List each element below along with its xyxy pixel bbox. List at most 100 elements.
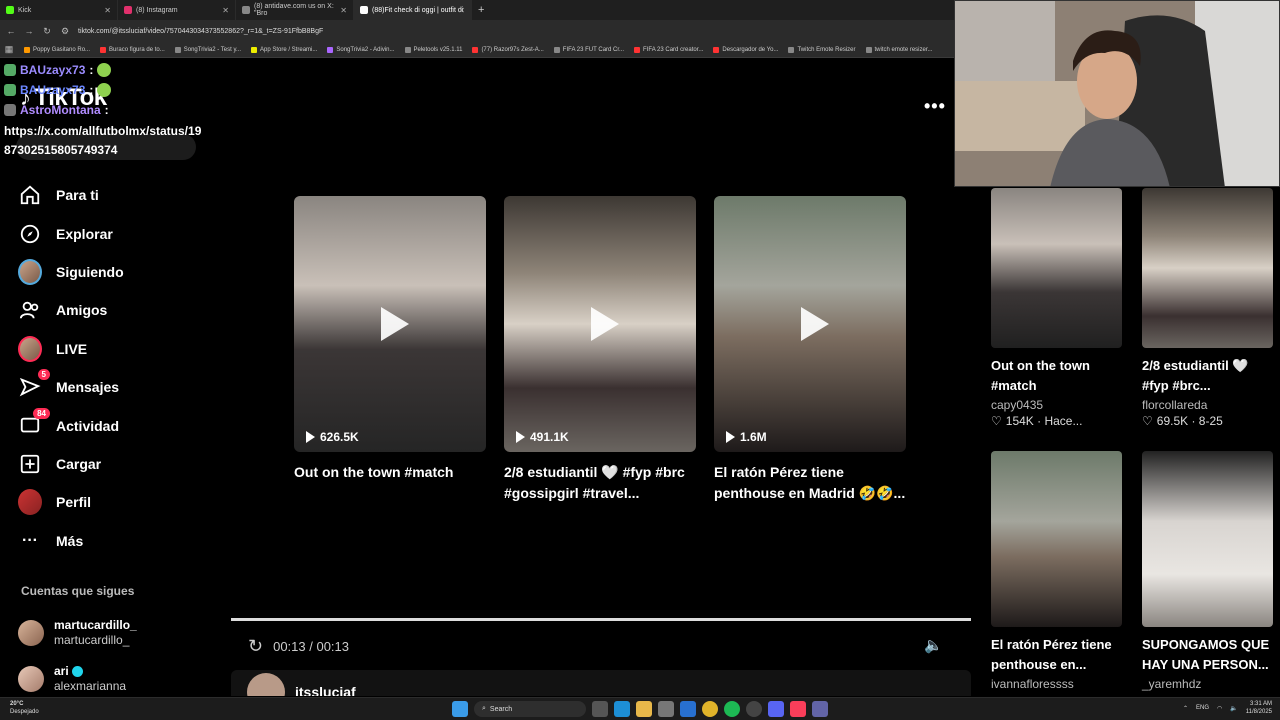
sidebar-item-explorar[interactable]: Explorar: [18, 214, 198, 252]
tab-instagram[interactable]: (8) Instagram ✕: [118, 0, 236, 20]
video-title[interactable]: El ratón Pérez tiene penthouse en...: [991, 635, 1122, 675]
bookmark-item[interactable]: FIFA 23 Card creator...: [634, 46, 703, 53]
author-row: itssluciaf: [231, 670, 971, 696]
video-thumbnail[interactable]: 491.1K: [504, 196, 696, 452]
video-progress-bar[interactable]: [231, 618, 971, 621]
video-thumbnail[interactable]: [991, 451, 1122, 627]
video-thumbnail[interactable]: [1142, 188, 1273, 348]
video-author[interactable]: capy0435: [991, 398, 1122, 412]
recommended-video[interactable]: 1.6M El ratón Pérez tiene penthouse en M…: [714, 196, 906, 504]
tab-tiktok[interactable]: (88)Fit check di oggi | outfit di ✕: [354, 0, 472, 20]
avatar[interactable]: [247, 673, 285, 696]
music-icon[interactable]: [790, 701, 806, 717]
close-icon[interactable]: ✕: [222, 6, 229, 15]
upload-icon: [18, 452, 42, 476]
video-title[interactable]: SUPONGAMOS QUE HAY UNA PERSON...: [1142, 635, 1273, 675]
tab-x[interactable]: (8) antidave.com us on X: "Bro ✕: [236, 0, 354, 20]
avatar-icon: [18, 258, 42, 285]
related-video[interactable]: El ratón Pérez tiene penthouse en... iva…: [991, 451, 1122, 691]
play-icon: [381, 307, 409, 341]
video-title[interactable]: El ratón Pérez tiene penthouse en Madrid…: [714, 462, 906, 504]
bookmark-item[interactable]: App Store / Streami...: [251, 46, 317, 53]
verified-icon: [71, 666, 83, 678]
replay-icon[interactable]: ↻: [248, 636, 263, 657]
following-account[interactable]: ari alexmarianna: [18, 656, 198, 702]
bookmark-item[interactable]: Twitch Emote Resizer: [788, 46, 856, 53]
video-title[interactable]: 2/8 estudiantil 🤍 #fyp #brc #gossipgirl …: [504, 462, 696, 504]
video-title[interactable]: 2/8 estudiantil 🤍 #fyp #brc...: [1142, 356, 1273, 396]
bookmark-item[interactable]: SongTrivia2 - Test y...: [174, 46, 241, 53]
video-thumbnail[interactable]: 1.6M: [714, 196, 906, 452]
author-name[interactable]: itssluciaf: [295, 684, 356, 696]
video-thumbnail[interactable]: 626.5K: [294, 196, 486, 452]
video-author[interactable]: _yaremhdz: [1142, 677, 1273, 691]
volume-icon[interactable]: 🔈: [1230, 705, 1237, 712]
obs-icon[interactable]: [746, 701, 762, 717]
sidebar-item-siguiendo[interactable]: Siguiendo: [18, 253, 198, 291]
close-icon[interactable]: ✕: [340, 6, 347, 15]
url-field[interactable]: tiktok.com/@itssluciaf/video/75704430343…: [78, 28, 949, 35]
bookmark-item[interactable]: Poppy Gasitano Ro...: [24, 46, 90, 53]
notification-badge: 5: [37, 369, 50, 381]
sidebar-item-amigos[interactable]: Amigos: [18, 291, 198, 329]
task-view-icon[interactable]: [592, 701, 608, 717]
sidebar-item-para-ti[interactable]: Para ti: [18, 176, 198, 214]
notification-badge: 84: [33, 407, 50, 419]
heart-icon: ♡: [991, 414, 1002, 428]
bookmark-item[interactable]: Buraco figura de to...: [100, 46, 165, 53]
file-explorer-icon[interactable]: [636, 701, 652, 717]
teams-icon[interactable]: [812, 701, 828, 717]
tab-kick[interactable]: Kick ✕: [0, 0, 118, 20]
store-icon[interactable]: [658, 701, 674, 717]
back-arrow-icon[interactable]: ←: [6, 26, 16, 36]
discord-icon[interactable]: [768, 701, 784, 717]
spotify-icon[interactable]: [724, 701, 740, 717]
bookmark-item[interactable]: (77) Razor97s Zest-A...: [472, 46, 544, 53]
new-tab-plus-icon[interactable]: +: [472, 4, 490, 16]
more-options-icon[interactable]: •••: [924, 96, 946, 117]
volume-muted-icon[interactable]: 🔈: [924, 636, 943, 654]
windows-start-icon[interactable]: [452, 701, 468, 717]
wifi-icon[interactable]: ◠: [1217, 705, 1222, 712]
bookmark-item[interactable]: Peletools v25.1.11: [404, 46, 462, 53]
close-icon[interactable]: ✕: [104, 6, 111, 15]
recommended-video[interactable]: 491.1K 2/8 estudiantil 🤍 #fyp #brc #goss…: [504, 196, 696, 504]
weather-widget[interactable]: 20°C Despejado: [10, 700, 39, 716]
sidebar-item-live[interactable]: LIVE: [18, 330, 198, 368]
related-video[interactable]: Out on the town #match capy0435 ♡ 154K · …: [991, 188, 1122, 428]
bookmark-item[interactable]: twitch emote resizer...: [865, 46, 933, 53]
related-video[interactable]: SUPONGAMOS QUE HAY UNA PERSON... _yaremh…: [1142, 451, 1273, 691]
video-author[interactable]: florcollareda: [1142, 398, 1273, 412]
sidebar-item-actividad[interactable]: 84 Actividad: [18, 406, 198, 444]
language-indicator[interactable]: ENG: [1196, 705, 1209, 711]
site-info-icon[interactable]: ⚙: [60, 26, 70, 37]
sidebar-item-perfil[interactable]: Perfil: [18, 483, 198, 521]
video-author[interactable]: ivannafloressss: [991, 677, 1122, 691]
related-video[interactable]: 2/8 estudiantil 🤍 #fyp #brc... florcolla…: [1142, 188, 1273, 428]
following-list: martucardillo_ martucardillo_ ari alexma…: [18, 610, 198, 702]
video-thumbnail[interactable]: [991, 188, 1122, 348]
video-title[interactable]: Out on the town #match: [294, 462, 486, 483]
sidebar-item-mas[interactable]: ··· Más: [18, 522, 198, 560]
chrome-icon[interactable]: [702, 701, 718, 717]
close-icon[interactable]: ✕: [458, 6, 465, 15]
following-account[interactable]: martucardillo_ martucardillo_: [18, 610, 198, 656]
mail-icon[interactable]: [680, 701, 696, 717]
bookmark-item[interactable]: Descargador de Yo...: [713, 46, 778, 53]
forward-arrow-icon[interactable]: →: [24, 26, 34, 36]
sidebar-item-cargar[interactable]: Cargar: [18, 445, 198, 483]
reload-icon[interactable]: ↻: [42, 26, 52, 37]
chat-message: BAUzayx73:: [4, 80, 204, 100]
bookmark-item[interactable]: SongTrivia2 - Adivin...: [327, 46, 395, 53]
chevron-up-icon[interactable]: ⌃: [1183, 705, 1188, 712]
apps-grid-icon[interactable]: ▦: [4, 44, 14, 55]
video-thumbnail[interactable]: [1142, 451, 1273, 627]
taskbar-search[interactable]: ⌕ Search: [474, 701, 586, 717]
clock[interactable]: 3:31 AM 11/8/2025: [1246, 700, 1272, 716]
recommended-video[interactable]: 626.5K Out on the town #match: [294, 196, 486, 483]
chat-badge-icon: [4, 84, 16, 96]
edge-icon[interactable]: [614, 701, 630, 717]
bookmark-item[interactable]: FIFA 23 FUT Card Cr...: [553, 46, 624, 53]
sidebar-item-mensajes[interactable]: 5 Mensajes: [18, 368, 198, 406]
video-title[interactable]: Out on the town #match: [991, 356, 1122, 396]
